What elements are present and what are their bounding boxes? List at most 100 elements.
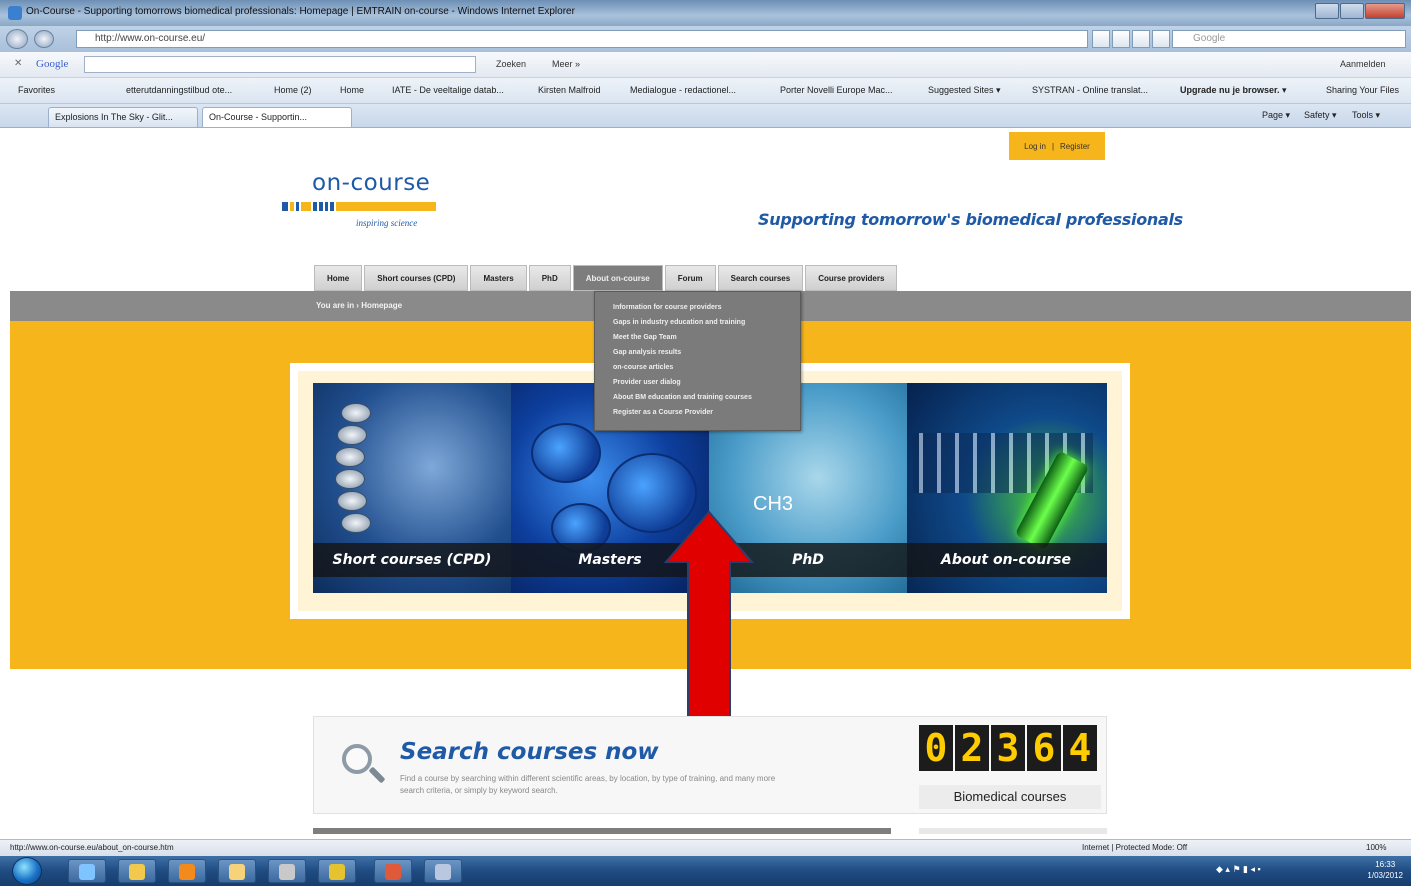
windows-taskbar: ◆ ▴ ⚑ ▮ ◂ ▪ 16:33 1/03/2012 <box>0 856 1411 886</box>
app-taskbar-icon[interactable] <box>374 859 412 883</box>
favorite-link[interactable]: IATE - De veeltalige datab... <box>392 85 504 95</box>
clock[interactable]: 16:33 1/03/2012 <box>1367 859 1403 881</box>
signin-link[interactable]: Aanmelden <box>1340 59 1386 69</box>
course-counter: 0 2 3 6 4 <box>919 725 1097 771</box>
content-strip <box>313 828 891 834</box>
search-courses-panel[interactable]: Search courses now Find a course by sear… <box>313 716 1107 814</box>
search-courses-title[interactable]: Search courses now <box>400 739 659 765</box>
status-bar: http://www.on-course.eu/about_on-course.… <box>0 839 1411 856</box>
main-nav: Home Short courses (CPD) Masters PhD Abo… <box>314 265 898 291</box>
counter-digit: 4 <box>1063 725 1097 771</box>
nav-masters[interactable]: Masters <box>470 265 527 291</box>
favorite-link[interactable]: Home <box>340 85 364 95</box>
app-taskbar-icon[interactable] <box>318 859 356 883</box>
media-player-taskbar-icon[interactable] <box>168 859 206 883</box>
mail-taskbar-icon[interactable] <box>218 859 256 883</box>
status-url: http://www.on-course.eu/about_on-course.… <box>10 843 174 852</box>
security-zone[interactable]: Internet | Protected Mode: Off <box>1082 843 1187 852</box>
address-dropdown-button[interactable] <box>1092 30 1110 48</box>
google-toolbar: ✕ Google Zoeken Meer » Aanmelden <box>0 52 1411 78</box>
favorites-bar: Favorites etterutdanningstilbud ote... H… <box>0 78 1411 104</box>
site-slogan: Supporting tomorrow's biomedical profess… <box>758 210 1183 229</box>
search-courses-description: Find a course by searching within differ… <box>400 774 776 795</box>
tab-explosions[interactable]: Explosions In The Sky - Glit... <box>48 107 198 127</box>
address-field[interactable]: http://www.on-course.eu/ <box>76 30 1088 48</box>
dropdown-item[interactable]: Meet the Gap Team <box>613 334 677 341</box>
nav-home[interactable]: Home <box>314 265 363 291</box>
google-logo: Google <box>36 58 69 70</box>
hero-label[interactable]: Short courses (CPD) <box>313 543 511 577</box>
refresh-button[interactable] <box>1132 30 1150 48</box>
tools-menu[interactable]: Tools ▾ <box>1352 110 1380 121</box>
dropdown-item[interactable]: Provider user dialog <box>613 379 681 386</box>
app-taskbar-icon[interactable] <box>424 859 462 883</box>
google-search-input[interactable] <box>84 56 476 73</box>
nav-course-providers[interactable]: Course providers <box>805 265 898 291</box>
favorite-link[interactable]: Kirsten Malfroid <box>538 85 601 95</box>
ie-taskbar-icon[interactable] <box>68 859 106 883</box>
maximize-button[interactable] <box>1340 3 1364 19</box>
favorite-link[interactable]: Medialogue - redactionel... <box>630 85 736 95</box>
browser-search-input[interactable]: Google <box>1172 30 1406 48</box>
logo-bars <box>282 202 436 211</box>
counter-digit: 6 <box>1027 725 1061 771</box>
counter-digit: 2 <box>955 725 989 771</box>
annotation-arrow-icon <box>664 510 754 731</box>
favorite-link[interactable]: SYSTRAN - Online translat... <box>1032 85 1148 95</box>
favorite-link[interactable]: Porter Novelli Europe Mac... <box>780 85 893 95</box>
window-title: On-Course - Supporting tomorrows biomedi… <box>26 6 575 17</box>
content-strip <box>919 828 1107 834</box>
breadcrumb: You are in › Homepage <box>316 301 403 310</box>
back-button[interactable] <box>6 29 28 49</box>
logo-tagline: inspiring science <box>356 218 418 228</box>
counter-digit: 0 <box>919 725 953 771</box>
favorite-link[interactable]: Upgrade nu je browser. ▾ <box>1180 85 1287 96</box>
close-button[interactable] <box>1365 3 1405 19</box>
favorites-button[interactable]: Favorites <box>18 85 55 95</box>
safety-menu[interactable]: Safety ▾ <box>1304 110 1337 121</box>
system-tray[interactable]: ◆ ▴ ⚑ ▮ ◂ ▪ <box>1216 864 1261 875</box>
more-button[interactable]: Meer » <box>552 59 580 69</box>
window-controls <box>1315 3 1405 19</box>
nav-search-courses[interactable]: Search courses <box>717 265 804 291</box>
hero-label[interactable]: About on-course <box>907 543 1105 577</box>
counter-digit: 3 <box>991 725 1025 771</box>
forward-button[interactable] <box>34 30 54 48</box>
minimize-button[interactable] <box>1315 3 1339 19</box>
ie-icon <box>8 6 22 20</box>
page-viewport: Log in | Register on-course inspiring sc… <box>10 128 1411 839</box>
start-button[interactable] <box>12 857 42 885</box>
nav-short-courses[interactable]: Short courses (CPD) <box>364 265 469 291</box>
address-toolbar: http://www.on-course.eu/ Google <box>0 26 1411 52</box>
zoom-level[interactable]: 100% <box>1366 843 1386 852</box>
site-logo[interactable]: on-course <box>312 170 430 196</box>
favorite-link[interactable]: Suggested Sites ▾ <box>928 85 1001 96</box>
google-search-button[interactable]: Zoeken <box>496 59 526 69</box>
login-bar: Log in | Register <box>1009 132 1105 160</box>
dropdown-item[interactable]: Gap analysis results <box>613 349 681 356</box>
magnifier-icon <box>342 744 372 774</box>
dropdown-item[interactable]: Gaps in industry education and training <box>613 319 745 326</box>
favorite-link[interactable]: Sharing Your Files <box>1326 85 1399 95</box>
explorer-taskbar-icon[interactable] <box>118 859 156 883</box>
stop-button[interactable] <box>1152 30 1170 48</box>
tab-on-course[interactable]: On-Course - Supportin... <box>202 107 352 127</box>
compat-view-button[interactable] <box>1112 30 1130 48</box>
tab-bar: Explosions In The Sky - Glit... On-Cours… <box>0 104 1411 128</box>
favorite-link[interactable]: etterutdanningstilbud ote... <box>126 85 232 95</box>
register-link[interactable]: Register <box>1060 142 1090 151</box>
close-icon[interactable]: ✕ <box>14 58 22 69</box>
dropdown-item[interactable]: Register as a Course Provider <box>613 409 713 416</box>
favorite-link[interactable]: Home (2) <box>274 85 312 95</box>
nav-about[interactable]: About on-course <box>572 265 663 291</box>
page-menu[interactable]: Page ▾ <box>1262 110 1290 121</box>
dropdown-item[interactable]: About BM education and training courses <box>613 394 752 401</box>
dropdown-item[interactable]: on-course articles <box>613 364 673 371</box>
nav-forum[interactable]: Forum <box>664 265 716 291</box>
app-taskbar-icon[interactable] <box>268 859 306 883</box>
nav-phd[interactable]: PhD <box>528 265 571 291</box>
window-titlebar: On-Course - Supporting tomorrows biomedi… <box>0 0 1411 26</box>
login-link[interactable]: Log in <box>1024 142 1046 151</box>
dropdown-item[interactable]: Information for course providers <box>613 304 722 311</box>
about-dropdown-menu: Information for course providers Gaps in… <box>594 291 801 431</box>
